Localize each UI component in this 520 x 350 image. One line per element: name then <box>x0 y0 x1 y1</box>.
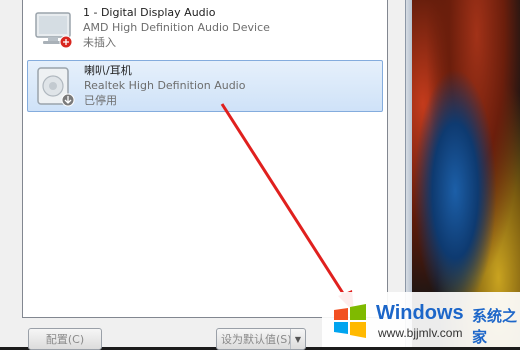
watermark-brand: Windows <box>376 302 464 324</box>
device-status: 已停用 <box>84 94 117 107</box>
device-name: 1 - Digital Display Audio <box>83 6 216 19</box>
set-default-label: 设为默认值(S) <box>221 333 292 346</box>
speaker-icon <box>34 65 76 107</box>
watermark-brand-cn: 系统之家 <box>472 308 518 346</box>
device-status: 未插入 <box>83 36 116 49</box>
device-description: Realtek High Definition Audio <box>84 79 246 92</box>
watermark-url: www.bjjmlv.com <box>378 326 463 340</box>
list-item-speakers-headphones[interactable]: 喇叭/耳机 Realtek High Definition Audio 已停用 <box>27 60 383 112</box>
windows-logo-icon <box>334 304 366 338</box>
device-description: AMD High Definition Audio Device <box>83 21 270 34</box>
playback-device-list[interactable]: 1 - Digital Display Audio AMD High Defin… <box>22 0 388 318</box>
chevron-down-icon[interactable]: ▼ <box>290 329 305 349</box>
monitor-icon <box>33 7 75 49</box>
watermark: Windows 系统之家 www.bjjmlv.com <box>322 292 520 347</box>
device-name: 喇叭/耳机 <box>84 64 132 77</box>
list-item-digital-display-audio[interactable]: 1 - Digital Display Audio AMD High Defin… <box>27 3 383 55</box>
